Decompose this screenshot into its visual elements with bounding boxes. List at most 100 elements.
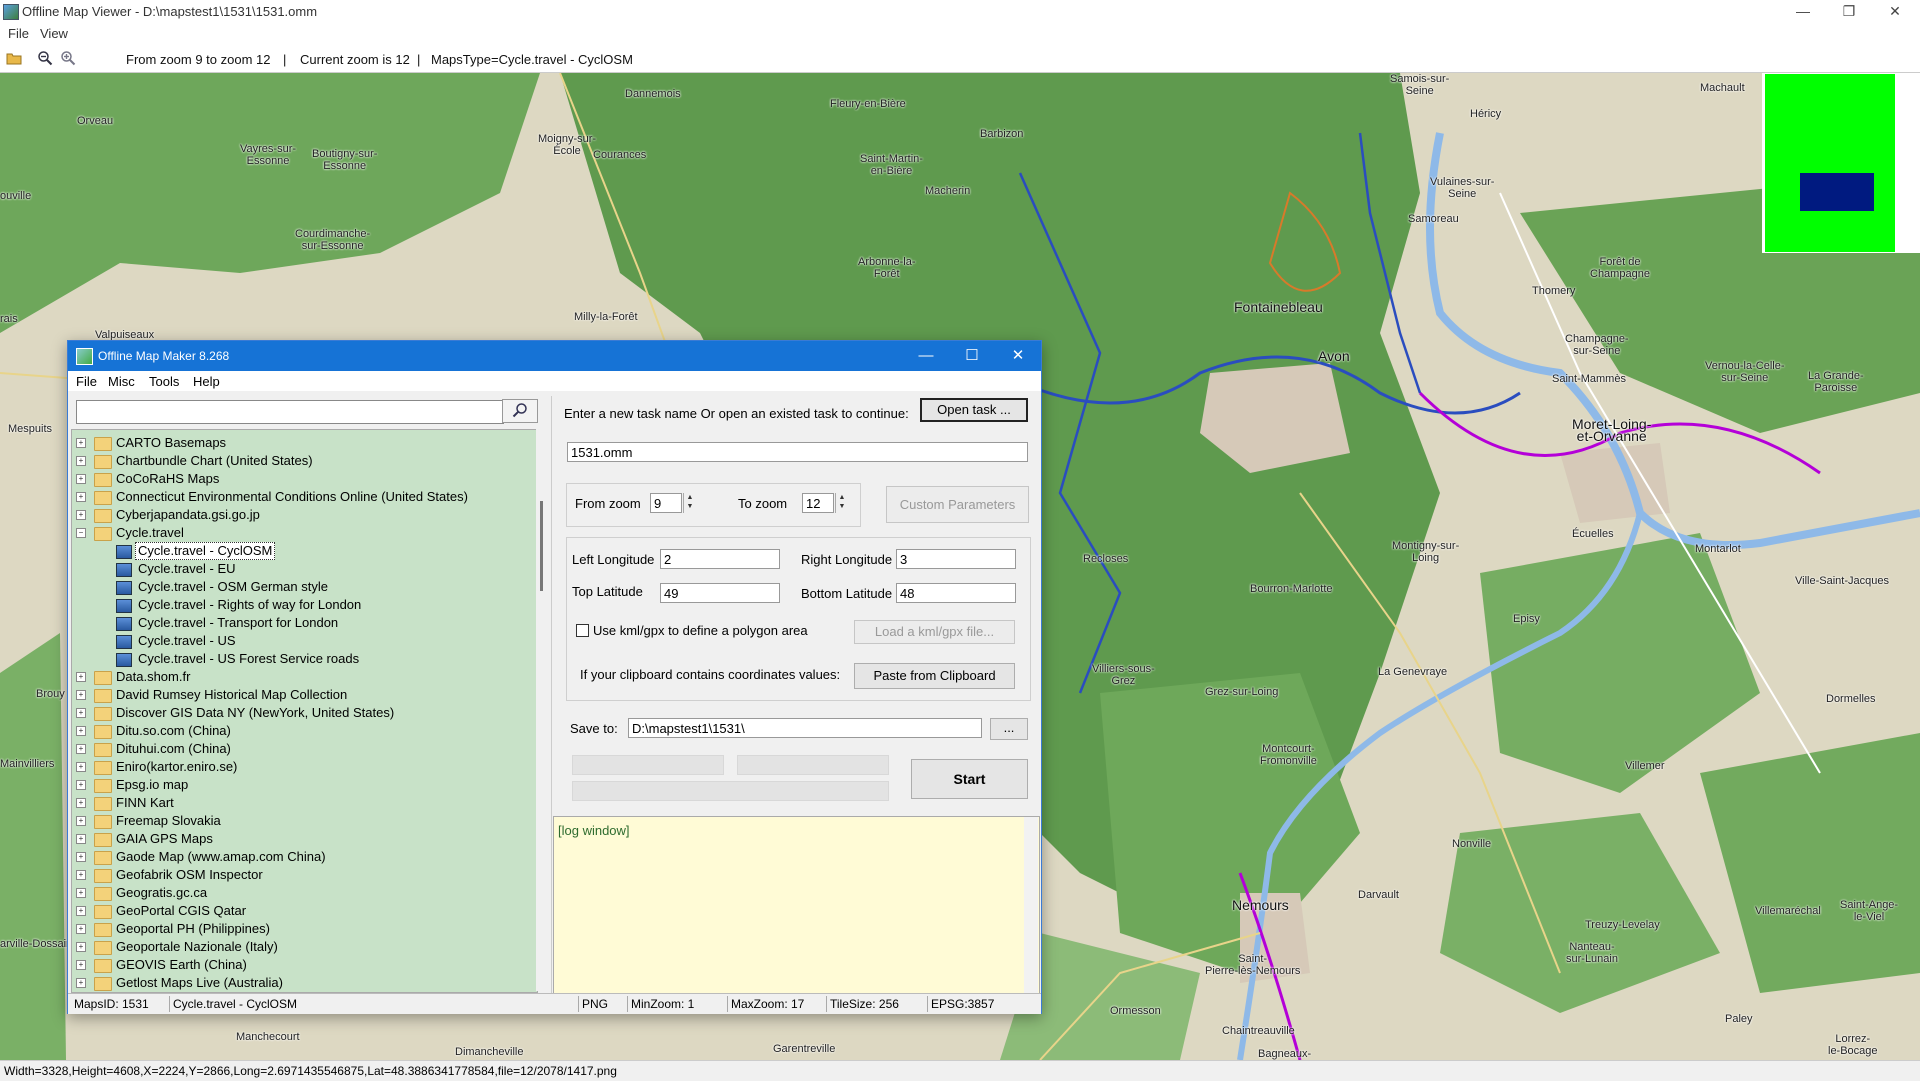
tree-folder-item[interactable]: + CoCoRaHS Maps — [72, 470, 532, 488]
dialog-menu-file[interactable]: File — [76, 374, 97, 389]
tree-map-item[interactable]: Cycle.travel - US — [72, 632, 532, 650]
expand-icon[interactable]: + — [76, 906, 86, 916]
menu-view[interactable]: View — [40, 26, 68, 41]
log-window[interactable]: [log window] — [553, 816, 1040, 996]
top-latitude-input[interactable]: 49 — [660, 583, 780, 603]
map-image-icon — [116, 599, 132, 613]
tree-map-item[interactable]: Cycle.travel - Rights of way for London — [72, 596, 532, 614]
paste-clipboard-button[interactable]: Paste from Clipboard — [854, 663, 1015, 689]
expand-icon[interactable]: + — [76, 762, 86, 772]
panel-divider[interactable] — [551, 396, 552, 996]
map-source-tree[interactable]: + CARTO Basemaps + Chartbundle Chart (Unite… — [71, 429, 538, 993]
tree-scroll-thumb[interactable] — [540, 501, 543, 591]
tree-folder-item[interactable]: + Geofabrik OSM Inspector — [72, 866, 532, 884]
expand-icon[interactable]: + — [76, 798, 86, 808]
tree-folder-item[interactable]: + FINN Kart — [72, 794, 532, 812]
tree-folder-item[interactable]: + Eniro(kartor.eniro.se) — [72, 758, 532, 776]
collapse-icon[interactable]: − — [76, 528, 86, 538]
menu-file[interactable]: File — [8, 26, 29, 41]
open-folder-icon[interactable] — [6, 50, 22, 66]
expand-icon[interactable]: + — [76, 708, 86, 718]
zoom-out-icon[interactable] — [37, 50, 53, 66]
right-longitude-input[interactable]: 3 — [896, 549, 1016, 569]
tree-folder-item[interactable]: + Cyberjapandata.gsi.go.jp — [72, 506, 532, 524]
expand-icon[interactable]: + — [76, 780, 86, 790]
dialog-titlebar[interactable]: Offline Map Maker 8.268 — ☐ ✕ — [68, 341, 1041, 371]
tree-folder-item[interactable]: + Epsg.io map — [72, 776, 532, 794]
open-task-button[interactable]: Open task ... — [920, 398, 1028, 422]
tree-folder-item[interactable]: + GAIA GPS Maps — [72, 830, 532, 848]
expand-icon[interactable]: + — [76, 726, 86, 736]
dialog-menu-help[interactable]: Help — [193, 374, 220, 389]
expand-icon[interactable]: + — [76, 978, 86, 988]
tree-folder-item[interactable]: + David Rumsey Historical Map Collection — [72, 686, 532, 704]
task-name-input[interactable]: 1531.omm — [567, 442, 1028, 462]
minimize-button[interactable]: — — [1780, 0, 1826, 24]
minimap-viewport[interactable] — [1800, 173, 1874, 211]
save-to-input[interactable]: D:\mapstest1\1531\ — [628, 718, 982, 738]
from-zoom-input[interactable]: 9 — [650, 493, 682, 513]
expand-icon[interactable]: + — [76, 456, 86, 466]
dialog-close-button[interactable]: ✕ — [995, 341, 1041, 371]
tree-folder-item[interactable]: − Cycle.travel — [72, 524, 532, 542]
left-longitude-input[interactable]: 2 — [660, 549, 780, 569]
expand-icon[interactable]: + — [76, 816, 86, 826]
close-button[interactable]: ✕ — [1872, 0, 1918, 24]
to-zoom-spinner[interactable]: ▲ ▼ — [835, 493, 848, 513]
expand-icon[interactable]: + — [76, 510, 86, 520]
tree-map-item[interactable]: Cycle.travel - US Forest Service roads — [72, 650, 532, 668]
tree-folder-item[interactable]: + Geoportale Nazionale (Italy) — [72, 938, 532, 956]
tree-folder-item[interactable]: + Getlost Maps Live (Australia) — [72, 974, 532, 992]
expand-icon[interactable]: + — [76, 474, 86, 484]
expand-icon[interactable]: + — [76, 834, 86, 844]
load-kml-button[interactable]: Load a kml/gpx file... — [854, 620, 1015, 644]
map-label: Recloses — [1083, 553, 1129, 565]
to-zoom-input[interactable]: 12 — [802, 493, 834, 513]
dialog-minimize-button[interactable]: — — [903, 341, 949, 371]
dialog-menu-misc[interactable]: Misc — [108, 374, 135, 389]
browse-button[interactable]: ... — [990, 718, 1028, 740]
tree-folder-item[interactable]: + GEOVIS Earth (China) — [72, 956, 532, 974]
tree-map-item[interactable]: Cycle.travel - EU — [72, 560, 532, 578]
log-scrollbar[interactable] — [1024, 817, 1038, 993]
kml-checkbox[interactable] — [576, 624, 589, 637]
tree-folder-item[interactable]: + CARTO Basemaps — [72, 434, 532, 452]
expand-icon[interactable]: + — [76, 852, 86, 862]
tree-folder-item[interactable]: + Connecticut Environmental Conditions On… — [72, 488, 532, 506]
tree-folder-item[interactable]: + GeoPortal CGIS Qatar — [72, 902, 532, 920]
tree-folder-item[interactable]: + Data.shom.fr — [72, 668, 532, 686]
tree-folder-item[interactable]: + Ditu.so.com (China) — [72, 722, 532, 740]
tree-folder-item[interactable]: + Freemap Slovakia — [72, 812, 532, 830]
top-latitude-label: Top Latitude — [572, 584, 643, 599]
start-button[interactable]: Start — [911, 759, 1028, 799]
search-button[interactable] — [502, 399, 538, 423]
tree-folder-item[interactable]: + Chartbundle Chart (United States) — [72, 452, 532, 470]
map-search-input[interactable] — [76, 400, 504, 424]
from-zoom-spinner[interactable]: ▲ ▼ — [683, 493, 696, 513]
expand-icon[interactable]: + — [76, 672, 86, 682]
maximize-button[interactable]: ❐ — [1826, 0, 1872, 24]
expand-icon[interactable]: + — [76, 924, 86, 934]
expand-icon[interactable]: + — [76, 492, 86, 502]
tree-map-item[interactable]: Cycle.travel - Transport for London — [72, 614, 532, 632]
folder-icon — [94, 887, 112, 901]
expand-icon[interactable]: + — [76, 438, 86, 448]
zoom-in-icon[interactable] — [60, 50, 76, 66]
tree-folder-item[interactable]: + Gaode Map (www.amap.com China) — [72, 848, 532, 866]
expand-icon[interactable]: + — [76, 870, 86, 880]
expand-icon[interactable]: + — [76, 744, 86, 754]
tree-folder-item[interactable]: + Dituhui.com (China) — [72, 740, 532, 758]
expand-icon[interactable]: + — [76, 942, 86, 952]
custom-parameters-button[interactable]: Custom Parameters — [886, 486, 1029, 523]
tree-map-item[interactable]: Cycle.travel - OSM German style — [72, 578, 532, 596]
bottom-latitude-input[interactable]: 48 — [896, 583, 1016, 603]
expand-icon[interactable]: + — [76, 690, 86, 700]
tree-map-item[interactable]: Cycle.travel - CyclOSM — [72, 542, 532, 560]
expand-icon[interactable]: + — [76, 888, 86, 898]
tree-folder-item[interactable]: + Discover GIS Data NY (NewYork, United S… — [72, 704, 532, 722]
dialog-menu-tools[interactable]: Tools — [149, 374, 179, 389]
dialog-maximize-button[interactable]: ☐ — [949, 341, 995, 371]
tree-folder-item[interactable]: + Geogratis.gc.ca — [72, 884, 532, 902]
expand-icon[interactable]: + — [76, 960, 86, 970]
tree-folder-item[interactable]: + Geoportal PH (Philippines) — [72, 920, 532, 938]
